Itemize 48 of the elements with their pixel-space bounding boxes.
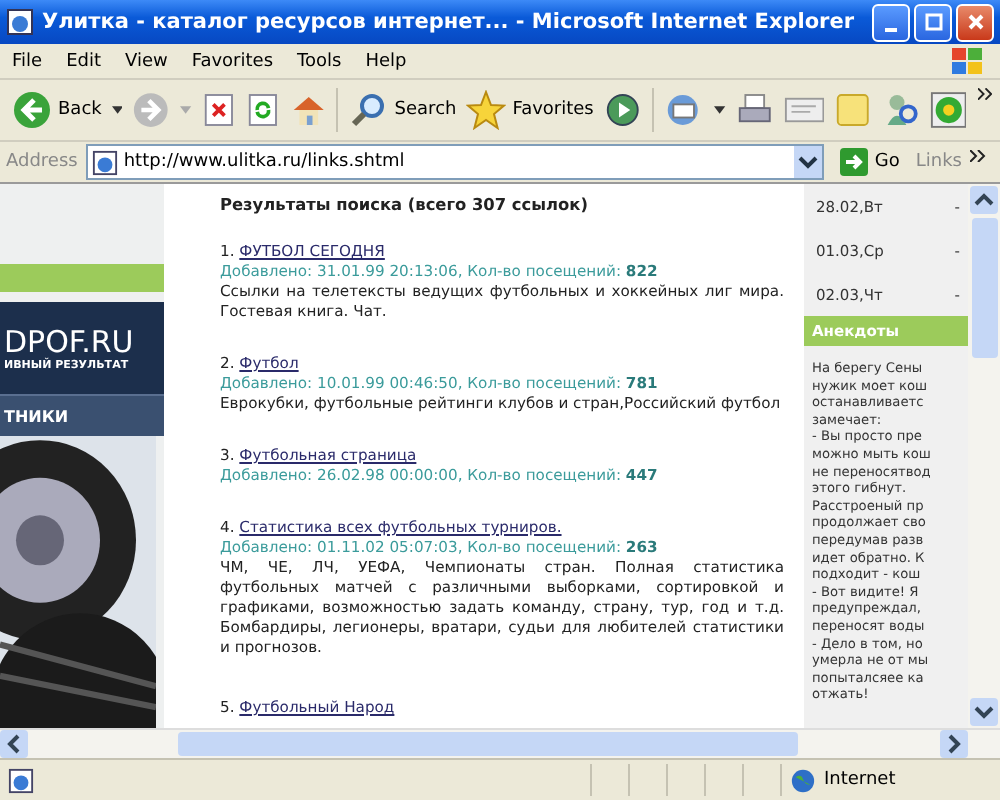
caret-icon[interactable] bbox=[714, 106, 726, 114]
results-heading: Результаты поиска (всего 307 ссылок) bbox=[220, 194, 590, 214]
site-logo: DPOF.RU bbox=[4, 324, 136, 360]
star-icon bbox=[466, 90, 507, 130]
go-button[interactable]: Go bbox=[832, 148, 908, 176]
windows-logo-icon bbox=[948, 45, 988, 77]
stop-icon[interactable] bbox=[201, 92, 236, 128]
menu-item[interactable]: Favorites bbox=[191, 51, 274, 71]
scroll-thumb[interactable] bbox=[971, 218, 997, 358]
menu-item[interactable]: Edit bbox=[66, 51, 101, 71]
refresh-icon[interactable] bbox=[245, 92, 280, 128]
caret-icon[interactable] bbox=[111, 106, 123, 114]
minimize-button[interactable] bbox=[872, 3, 910, 41]
address-bar[interactable]: http://www.ulitka.ru/links.shtml bbox=[85, 144, 825, 180]
chevron-icon[interactable] bbox=[977, 88, 992, 100]
browser-page-icon bbox=[6, 8, 34, 36]
page-icon bbox=[91, 149, 118, 175]
dropdown-icon[interactable] bbox=[794, 146, 823, 178]
close-icon bbox=[965, 12, 985, 32]
scroll-left-icon[interactable] bbox=[0, 730, 28, 758]
page-icon bbox=[8, 767, 34, 793]
media-icon[interactable] bbox=[603, 90, 642, 130]
search-button[interactable]: Search bbox=[348, 90, 457, 130]
favorites-button[interactable]: Favorites bbox=[466, 90, 594, 130]
window-title: Улитка - каталог ресурсов интернет... - Microsoft Internet Explorer bbox=[42, 10, 857, 34]
menu-item[interactable]: Help bbox=[365, 51, 407, 71]
maximize-icon bbox=[923, 12, 943, 32]
nav-link[interactable]: ТНИКИ bbox=[4, 407, 69, 425]
globe-icon bbox=[790, 767, 816, 793]
scroll-right-icon[interactable] bbox=[940, 730, 968, 758]
flower-icon[interactable] bbox=[929, 90, 967, 130]
back-button[interactable]: Back bbox=[12, 90, 102, 130]
go-arrow-icon bbox=[840, 148, 869, 176]
menu-item[interactable]: File bbox=[12, 51, 43, 71]
menu-item[interactable]: View bbox=[125, 51, 168, 71]
menu-item[interactable]: Tools bbox=[297, 51, 342, 71]
vertical-scrollbar[interactable] bbox=[968, 184, 1000, 728]
scroll-thumb[interactable] bbox=[178, 732, 798, 756]
minimize-icon bbox=[884, 28, 898, 32]
horizontal-scrollbar[interactable] bbox=[0, 728, 1000, 758]
address-label: Address bbox=[6, 152, 78, 172]
close-button[interactable] bbox=[956, 3, 994, 41]
zone-text: Internet bbox=[824, 770, 896, 790]
scroll-down-icon[interactable] bbox=[970, 698, 998, 726]
chevron-icon[interactable] bbox=[970, 150, 986, 162]
scroll-up-icon[interactable] bbox=[970, 186, 998, 214]
maximize-button[interactable] bbox=[914, 3, 952, 41]
search-icon bbox=[348, 90, 389, 130]
